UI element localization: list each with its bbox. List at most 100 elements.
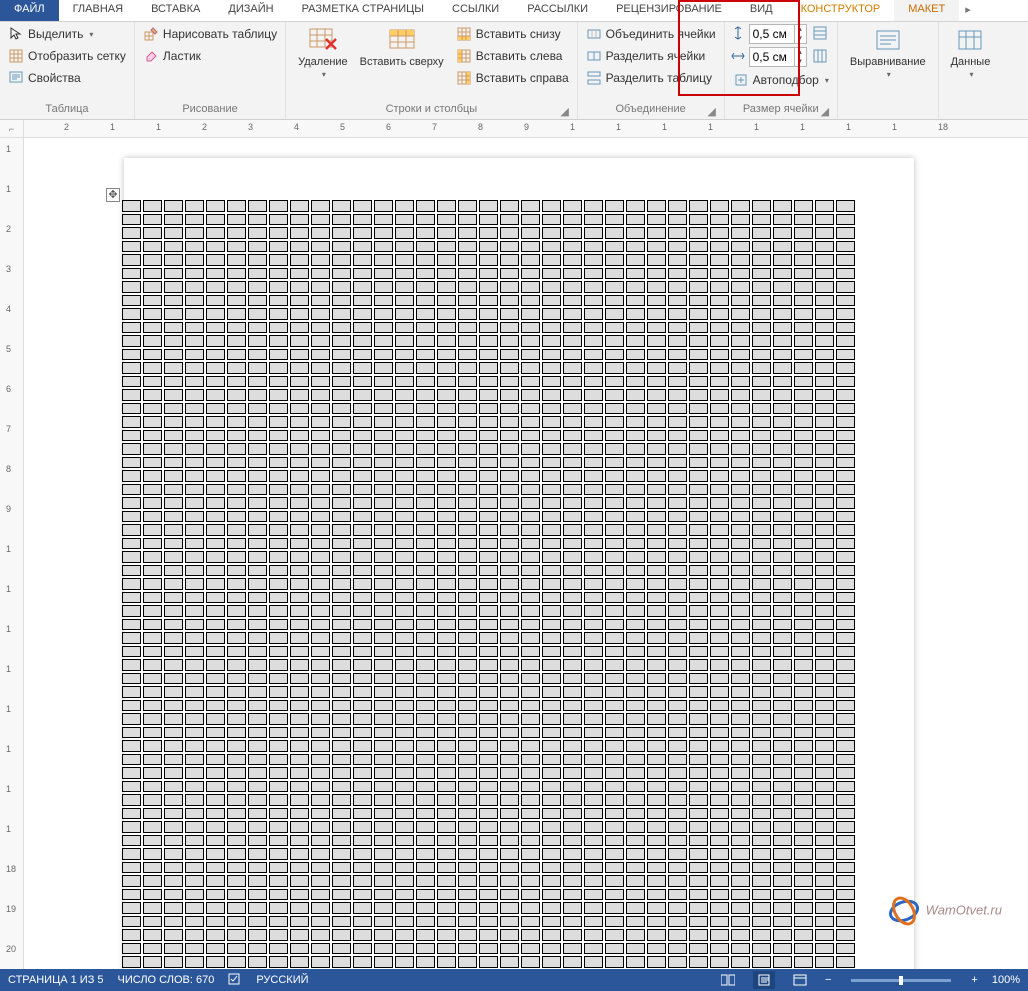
insert-left-button[interactable]: Вставить слева	[454, 46, 571, 66]
group-data-label	[945, 103, 997, 119]
insert-col-right-icon	[456, 70, 472, 86]
tab-more[interactable]: ▸	[959, 0, 977, 21]
tab-table-layout[interactable]: МАКЕТ	[894, 0, 959, 21]
ribbon: Выделить ▾ Отобразить сетку Свойства Табл…	[0, 22, 1028, 120]
chevron-down-icon: ▾	[969, 70, 973, 79]
view-gridlines-button[interactable]: Отобразить сетку	[6, 46, 128, 66]
eraser-button[interactable]: Ластик	[141, 46, 279, 66]
merge-cells-button[interactable]: Объединить ячейки	[584, 24, 718, 44]
draw-table-label: Нарисовать таблицу	[163, 27, 277, 41]
tab-insert[interactable]: ВСТАВКА	[137, 0, 214, 21]
delete-button[interactable]: Удаление▾	[292, 24, 354, 82]
autofit-button[interactable]: Автоподбор▾	[731, 70, 831, 90]
dialog-launcher-icon[interactable]: ◢	[559, 105, 571, 117]
tab-design[interactable]: ДИЗАЙН	[214, 0, 287, 21]
document-table[interactable]	[120, 198, 857, 969]
row-height-input[interactable]: ▴▾	[749, 24, 807, 44]
split-table-button[interactable]: Разделить таблицу	[584, 68, 718, 88]
row-height-value[interactable]	[750, 27, 794, 41]
group-data: Данные ▾	[939, 22, 1003, 119]
autofit-icon	[733, 72, 749, 88]
tab-review[interactable]: РЕЦЕНЗИРОВАНИЕ	[602, 0, 736, 21]
spin-up-icon[interactable]: ▴	[794, 48, 806, 57]
document-area[interactable]: ✥ WamOtvet.ru	[24, 138, 1028, 969]
select-label: Выделить	[28, 27, 83, 41]
logo-icon	[886, 893, 922, 929]
view-read-mode[interactable]	[717, 971, 739, 989]
chevron-down-icon: ▾	[89, 30, 93, 39]
watermark: WamOtvet.ru	[886, 893, 1002, 929]
autofit-label: Автоподбор	[753, 73, 819, 87]
select-button[interactable]: Выделить ▾	[6, 24, 128, 44]
col-width-value[interactable]	[750, 50, 794, 64]
watermark-text: WamOtvet.ru	[926, 902, 1002, 917]
horizontal-ruler[interactable]: ⌐ 211234567891111111118	[0, 120, 1028, 138]
dialog-launcher-icon[interactable]: ◢	[819, 105, 831, 117]
cursor-icon	[8, 26, 24, 42]
spin-down-icon[interactable]: ▾	[794, 34, 806, 43]
status-page[interactable]: СТРАНИЦА 1 ИЗ 5	[8, 974, 104, 986]
group-cell-size: ▴▾ ▴▾ Автоподбор▾ Размер яч	[725, 22, 838, 119]
vertical-ruler[interactable]: 112345678911111111181920	[0, 138, 24, 969]
spin-down-icon[interactable]: ▾	[794, 57, 806, 66]
ribbon-tabs: ФАЙЛ ГЛАВНАЯ ВСТАВКА ДИЗАЙН РАЗМЕТКА СТР…	[0, 0, 1028, 22]
group-cellsize-label: Размер ячейки	[743, 103, 819, 115]
table-move-handle[interactable]: ✥	[106, 188, 120, 202]
spellcheck-icon[interactable]	[228, 972, 242, 989]
tab-file[interactable]: ФАЙЛ	[0, 0, 59, 21]
group-rows-cols: Удаление▾ Вставить сверху Вставить снизу…	[286, 22, 578, 119]
status-language[interactable]: РУССКИЙ	[256, 974, 308, 986]
group-table-label: Таблица	[6, 103, 128, 119]
properties-label: Свойства	[28, 71, 81, 85]
tab-mailings[interactable]: РАССЫЛКИ	[513, 0, 602, 21]
tab-view[interactable]: ВИД	[736, 0, 787, 21]
group-draw-label: Рисование	[141, 103, 279, 119]
split-table-label: Разделить таблицу	[606, 71, 712, 85]
tab-page-layout[interactable]: РАЗМЕТКА СТРАНИЦЫ	[288, 0, 438, 21]
split-cells-label: Разделить ячейки	[606, 49, 706, 63]
data-label: Данные	[951, 56, 991, 68]
split-cells-button[interactable]: Разделить ячейки	[584, 46, 718, 66]
tab-references[interactable]: ССЫЛКИ	[438, 0, 513, 21]
insert-above-label: Вставить сверху	[360, 56, 444, 68]
tab-home[interactable]: ГЛАВНАЯ	[59, 0, 137, 21]
distribute-cols-icon[interactable]	[813, 49, 829, 65]
properties-button[interactable]: Свойства	[6, 68, 128, 88]
view-print-layout[interactable]	[753, 971, 775, 989]
gridlines-label: Отобразить сетку	[28, 49, 126, 63]
insert-right-button[interactable]: Вставить справа	[454, 68, 571, 88]
zoom-out-button[interactable]: −	[825, 974, 831, 986]
merge-cells-label: Объединить ячейки	[606, 27, 716, 41]
status-bar: СТРАНИЦА 1 ИЗ 5 ЧИСЛО СЛОВ: 670 РУССКИЙ …	[0, 969, 1028, 991]
group-table: Выделить ▾ Отобразить сетку Свойства Табл…	[0, 22, 135, 119]
chevron-down-icon: ▾	[887, 70, 891, 79]
insert-right-label: Вставить справа	[476, 71, 569, 85]
split-table-icon	[586, 70, 602, 86]
status-word-count[interactable]: ЧИСЛО СЛОВ: 670	[118, 974, 215, 986]
tab-table-design[interactable]: КОНСТРУКТОР	[787, 0, 895, 21]
group-align-label	[844, 103, 932, 119]
insert-below-label: Вставить снизу	[476, 27, 561, 41]
group-draw: Нарисовать таблицу Ластик Рисование	[135, 22, 286, 119]
zoom-slider[interactable]	[851, 979, 951, 982]
spin-up-icon[interactable]: ▴	[794, 25, 806, 34]
split-cells-icon	[586, 48, 602, 64]
alignment-label: Выравнивание	[850, 56, 926, 68]
insert-below-button[interactable]: Вставить снизу	[454, 24, 571, 44]
insert-row-below-icon	[456, 26, 472, 42]
group-alignment: Выравнивание ▾	[838, 22, 939, 119]
distribute-rows-icon[interactable]	[813, 26, 829, 42]
dialog-launcher-icon[interactable]: ◢	[706, 105, 718, 117]
zoom-level[interactable]: 100%	[992, 974, 1020, 986]
data-button[interactable]: Данные ▾	[945, 24, 997, 82]
workspace: 112345678911111111181920 ✥ WamOtvet.ru	[0, 138, 1028, 969]
zoom-in-button[interactable]: +	[971, 974, 977, 986]
eraser-label: Ластик	[163, 49, 201, 63]
draw-table-button[interactable]: Нарисовать таблицу	[141, 24, 279, 44]
view-web-layout[interactable]	[789, 971, 811, 989]
insert-col-left-icon	[456, 48, 472, 64]
merge-cells-icon	[586, 26, 602, 42]
insert-above-button[interactable]: Вставить сверху	[354, 24, 450, 70]
alignment-button[interactable]: Выравнивание ▾	[844, 24, 932, 82]
col-width-input[interactable]: ▴▾	[749, 47, 807, 67]
